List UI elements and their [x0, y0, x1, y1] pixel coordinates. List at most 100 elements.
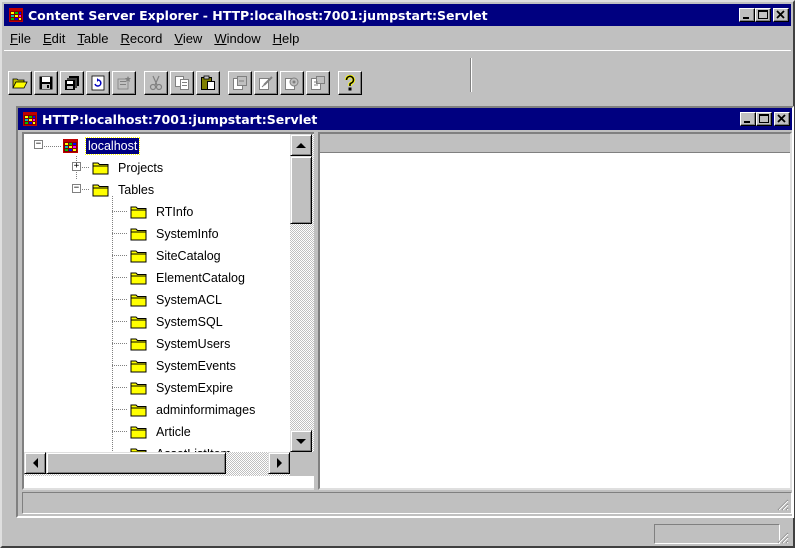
scroll-thumb[interactable]: [290, 156, 312, 224]
refresh-button[interactable]: [86, 71, 110, 95]
child-titlebar[interactable]: HTTP:localhost:7001:jumpstart:Servlet: [18, 108, 792, 130]
toolbar: [8, 67, 468, 99]
tree-node-tables[interactable]: Tables: [92, 179, 156, 201]
tree-node-table[interactable]: adminformimages: [130, 399, 257, 421]
tree-node-label: adminformimages: [156, 403, 256, 417]
child-minimize-button[interactable]: [740, 112, 756, 126]
menu-window[interactable]: Window: [208, 31, 266, 46]
resize-grip-icon[interactable]: [777, 499, 789, 511]
menu-edit[interactable]: Edit: [37, 31, 71, 46]
menu-record[interactable]: Record: [114, 31, 168, 46]
menu-mnemonic: R: [120, 30, 130, 46]
refresh-icon: [91, 75, 105, 91]
toolbar-area: [4, 50, 791, 100]
status-bar: [4, 522, 791, 546]
doc-action-3-button[interactable]: [280, 71, 304, 95]
expand-toggle[interactable]: +: [72, 162, 81, 171]
tree-node-table[interactable]: SystemEvents: [130, 355, 238, 377]
tree-connector: [112, 431, 128, 432]
tree-node-table[interactable]: SystemInfo: [130, 223, 221, 245]
save-button[interactable]: [34, 71, 58, 95]
folder-icon: [130, 338, 147, 351]
new-record-icon: [117, 76, 131, 90]
help-button[interactable]: [338, 71, 362, 95]
menu-table[interactable]: Table: [71, 31, 114, 46]
tree-connector: [112, 211, 128, 212]
tree-view[interactable]: − localhost + Projects − Tables RTInfo S…: [24, 134, 290, 452]
tree-node-table[interactable]: RTInfo: [130, 201, 195, 223]
tree-node-table[interactable]: SiteCatalog: [130, 245, 223, 267]
database-grid-icon: [63, 139, 78, 153]
tree-node-table[interactable]: SystemExpire: [130, 377, 235, 399]
maximize-button[interactable]: [755, 8, 771, 22]
close-button[interactable]: [773, 8, 789, 22]
tree-connector: [112, 321, 128, 322]
open-button[interactable]: [8, 71, 32, 95]
child-window: HTTP:localhost:7001:jumpstart:Servlet − …: [18, 108, 792, 516]
scroll-thumb-horizontal[interactable]: [46, 452, 226, 474]
doc-action-4-icon: [311, 76, 325, 90]
scroll-up-button[interactable]: [290, 134, 312, 156]
doc-action-4-button[interactable]: [306, 71, 330, 95]
tree-node-table[interactable]: ElementCatalog: [130, 267, 247, 289]
scroll-right-button[interactable]: [268, 452, 290, 474]
scroll-left-button[interactable]: [24, 452, 46, 474]
menu-file[interactable]: File: [4, 31, 37, 46]
close-icon: [777, 114, 786, 123]
cut-button[interactable]: [144, 71, 168, 95]
mdi-client-area: HTTP:localhost:7001:jumpstart:Servlet − …: [16, 106, 794, 518]
tree-node-table[interactable]: AssetListItem: [130, 443, 233, 452]
menu-label: ile: [17, 30, 31, 46]
child-maximize-button[interactable]: [756, 112, 772, 126]
tree-connector: [112, 343, 128, 344]
tree-node-table[interactable]: SystemSQL: [130, 311, 225, 333]
folder-icon: [130, 206, 147, 219]
tree-node-label: SystemInfo: [156, 227, 219, 241]
menu-mnemonic: H: [272, 30, 282, 46]
folder-icon: [130, 404, 147, 417]
child-status-bar: [22, 492, 792, 514]
folder-icon: [130, 360, 147, 373]
menu-label: elp: [281, 30, 300, 46]
new-record-button[interactable]: [112, 71, 136, 95]
tree-node-label: ElementCatalog: [156, 271, 245, 285]
folder-icon: [130, 272, 147, 285]
collapse-toggle[interactable]: −: [34, 140, 43, 149]
menu-help[interactable]: Help: [267, 31, 306, 46]
paste-button[interactable]: [196, 71, 220, 95]
tree-vertical-scrollbar[interactable]: [290, 134, 314, 452]
tree-node-label: SystemEvents: [156, 359, 236, 373]
resize-grip-icon[interactable]: [777, 532, 789, 544]
tree-connector: [42, 146, 62, 147]
tree-horizontal-scrollbar[interactable]: [24, 452, 290, 476]
menu-mnemonic: V: [174, 30, 183, 46]
arrow-up-icon: [296, 142, 306, 148]
doc-action-1-button[interactable]: [228, 71, 252, 95]
save-all-button[interactable]: [60, 71, 84, 95]
collapse-toggle[interactable]: −: [72, 184, 81, 193]
cut-icon: [149, 75, 163, 91]
copy-button[interactable]: [170, 71, 194, 95]
tree-node-label: localhost: [84, 137, 141, 155]
scroll-down-button[interactable]: [290, 430, 312, 452]
child-close-button[interactable]: [774, 112, 790, 126]
tree-node-localhost[interactable]: localhost: [62, 135, 141, 157]
arrow-left-icon: [32, 458, 38, 468]
tree-node-projects[interactable]: Projects: [92, 157, 165, 179]
menu-view[interactable]: View: [168, 31, 208, 46]
app-titlebar[interactable]: Content Server Explorer - HTTP:localhost…: [4, 4, 791, 26]
menu-mnemonic: F: [10, 30, 18, 46]
database-grid-icon: [23, 112, 37, 126]
tree-node-table[interactable]: Article: [130, 421, 193, 443]
detail-pane[interactable]: [318, 132, 792, 490]
child-title: HTTP:localhost:7001:jumpstart:Servlet: [42, 111, 318, 127]
folder-icon: [130, 316, 147, 329]
tree-node-table[interactable]: SystemACL: [130, 289, 224, 311]
tree-node-label: Projects: [118, 161, 164, 175]
minimize-button[interactable]: [739, 8, 755, 22]
status-panel: [654, 524, 780, 544]
menu-label: dit: [51, 30, 66, 46]
menu-mnemonic: E: [42, 30, 52, 46]
doc-action-2-button[interactable]: [254, 71, 278, 95]
tree-node-table[interactable]: SystemUsers: [130, 333, 232, 355]
